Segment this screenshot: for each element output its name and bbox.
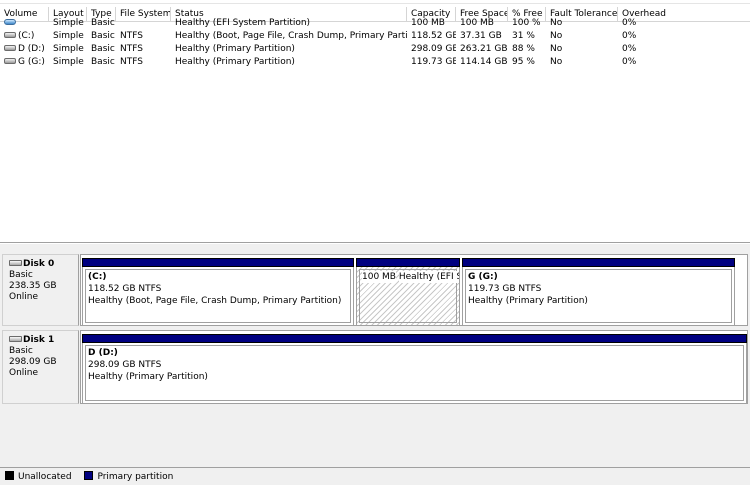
primary-partition-bar: [82, 258, 354, 267]
partition-name: D (D:): [88, 348, 118, 358]
partition-status: Healthy (Boot, Page File, Crash Dump, Pr…: [88, 296, 342, 306]
legend-item-primary-partition: Primary partition: [84, 471, 173, 482]
cell-percent-free: 88 %: [512, 44, 535, 54]
disk-graphical-view: Disk 0 Basic 238.35 GB Online (C:) 118.5…: [0, 244, 750, 467]
cell-status: Healthy (Primary Partition): [175, 57, 295, 67]
disk-type: Basic: [9, 346, 33, 356]
disk-label-0[interactable]: Disk 0 Basic 238.35 GB Online: [2, 254, 79, 326]
drive-icon: [4, 44, 16, 51]
disk-name: Disk 0: [23, 259, 55, 269]
partition-body: 100 MB Healthy (EFI System Par: [356, 267, 460, 326]
cell-type: Basic: [91, 44, 115, 54]
partition-name: G (G:): [468, 272, 498, 282]
partition-efi[interactable]: 100 MB Healthy (EFI System Par: [356, 258, 460, 326]
cell-volume: G (G:): [0, 56, 49, 69]
disk-name: Disk 1: [23, 335, 55, 345]
disk-size: 238.35 GB: [9, 281, 57, 291]
cell-file-system: NTFS: [120, 57, 143, 67]
cell-status: Healthy (EFI System Partition): [175, 18, 311, 28]
cell-type: Basic: [91, 57, 115, 67]
drive-icon: [4, 31, 16, 38]
cell-percent-free: 100 %: [512, 18, 541, 28]
cell-layout: Simple: [53, 44, 84, 54]
legend-item-unallocated: Unallocated: [5, 471, 72, 482]
cell-free-space: 100 MB: [460, 18, 494, 28]
cell-fault-tolerance: No: [550, 44, 563, 54]
cell-type: Basic: [91, 18, 115, 28]
cell-overhead: 0%: [622, 18, 637, 28]
disk-row-1: Disk 1 Basic 298.09 GB Online D (D:) 298…: [0, 330, 750, 404]
partition-size: 100 MB: [362, 271, 396, 283]
cell-capacity: 118.52 GB: [411, 31, 456, 41]
cell-layout: Simple: [53, 31, 84, 41]
partition-body: (C:) 118.52 GB NTFS Healthy (Boot, Page …: [82, 267, 354, 326]
cell-capacity: 100 MB: [411, 18, 445, 28]
primary-partition-bar: [462, 258, 735, 267]
cell-file-system: NTFS: [120, 44, 143, 54]
partition-g[interactable]: G (G:) 119.73 GB NTFS Healthy (Primary P…: [462, 258, 735, 326]
disk-status: Online: [9, 368, 39, 378]
partition-status: Healthy (Primary Partition): [88, 372, 208, 382]
disk-icon: [9, 335, 22, 342]
disk-partition-area-1: D (D:) 298.09 GB NTFS Healthy (Primary P…: [80, 330, 748, 404]
cell-layout: Simple: [53, 18, 84, 28]
partition-body: G (G:) 119.73 GB NTFS Healthy (Primary P…: [462, 267, 735, 326]
disk-partition-area-0: (C:) 118.52 GB NTFS Healthy (Boot, Page …: [80, 254, 748, 326]
disk-icon: [9, 259, 22, 266]
cell-fault-tolerance: No: [550, 18, 563, 28]
cell-overhead: 0%: [622, 57, 637, 67]
partition-size: 119.73 GB NTFS: [468, 284, 542, 294]
cell-status: Healthy (Boot, Page File, Crash Dump, Pr…: [175, 31, 407, 41]
cell-status: Healthy (Primary Partition): [175, 44, 295, 54]
cell-type: Basic: [91, 31, 115, 41]
cell-overhead: 0%: [622, 31, 637, 41]
partition-body: D (D:) 298.09 GB NTFS Healthy (Primary P…: [82, 343, 747, 404]
cell-free-space: 37.31 GB: [460, 31, 502, 41]
drive-icon: [4, 57, 16, 64]
primary-partition-bar: [356, 258, 460, 267]
cell-volume: D (D:): [0, 43, 49, 56]
partition-c[interactable]: (C:) 118.52 GB NTFS Healthy (Boot, Page …: [82, 258, 354, 326]
cell-file-system: NTFS: [120, 31, 143, 41]
cell-volume: (C:): [0, 30, 49, 43]
cell-fault-tolerance: No: [550, 57, 563, 67]
partition-status: Healthy (EFI System Par: [398, 271, 459, 283]
volume-list: Volume Layout Type File System Status Ca…: [0, 0, 750, 243]
cell-file-system: [116, 17, 171, 30]
disk-row-0: Disk 0 Basic 238.35 GB Online (C:) 118.5…: [0, 254, 750, 326]
column-header-row: Volume Layout Type File System Status Ca…: [0, 3, 750, 22]
cell-volume: [0, 17, 49, 30]
partition-status: Healthy (Primary Partition): [468, 296, 588, 306]
partition-size: 298.09 GB NTFS: [88, 360, 162, 370]
unallocated-swatch-icon: [5, 471, 14, 480]
cell-layout: Simple: [53, 57, 84, 67]
cell-capacity: 298.09 GB: [411, 44, 456, 54]
primary-partition-bar: [82, 334, 747, 343]
partition-d[interactable]: D (D:) 298.09 GB NTFS Healthy (Primary P…: [82, 334, 747, 404]
primary-partition-swatch-icon: [84, 471, 94, 480]
cell-free-space: 114.14 GB: [460, 57, 508, 67]
disk-status: Online: [9, 292, 39, 302]
cell-percent-free: 95 %: [512, 57, 535, 67]
partition-size: 118.52 GB NTFS: [88, 284, 162, 294]
legend: Unallocated Primary partition: [0, 467, 750, 485]
disk-size: 298.09 GB: [9, 357, 57, 367]
cell-overhead: 0%: [622, 44, 637, 54]
cell-capacity: 119.73 GB: [411, 57, 456, 67]
cell-percent-free: 31 %: [512, 31, 535, 41]
disk-label-1[interactable]: Disk 1 Basic 298.09 GB Online: [2, 330, 79, 404]
partition-name: (C:): [88, 272, 107, 282]
cell-free-space: 263.21 GB: [460, 44, 508, 54]
efi-volume-icon: [4, 18, 16, 25]
disk-type: Basic: [9, 270, 33, 280]
cell-fault-tolerance: No: [550, 31, 563, 41]
